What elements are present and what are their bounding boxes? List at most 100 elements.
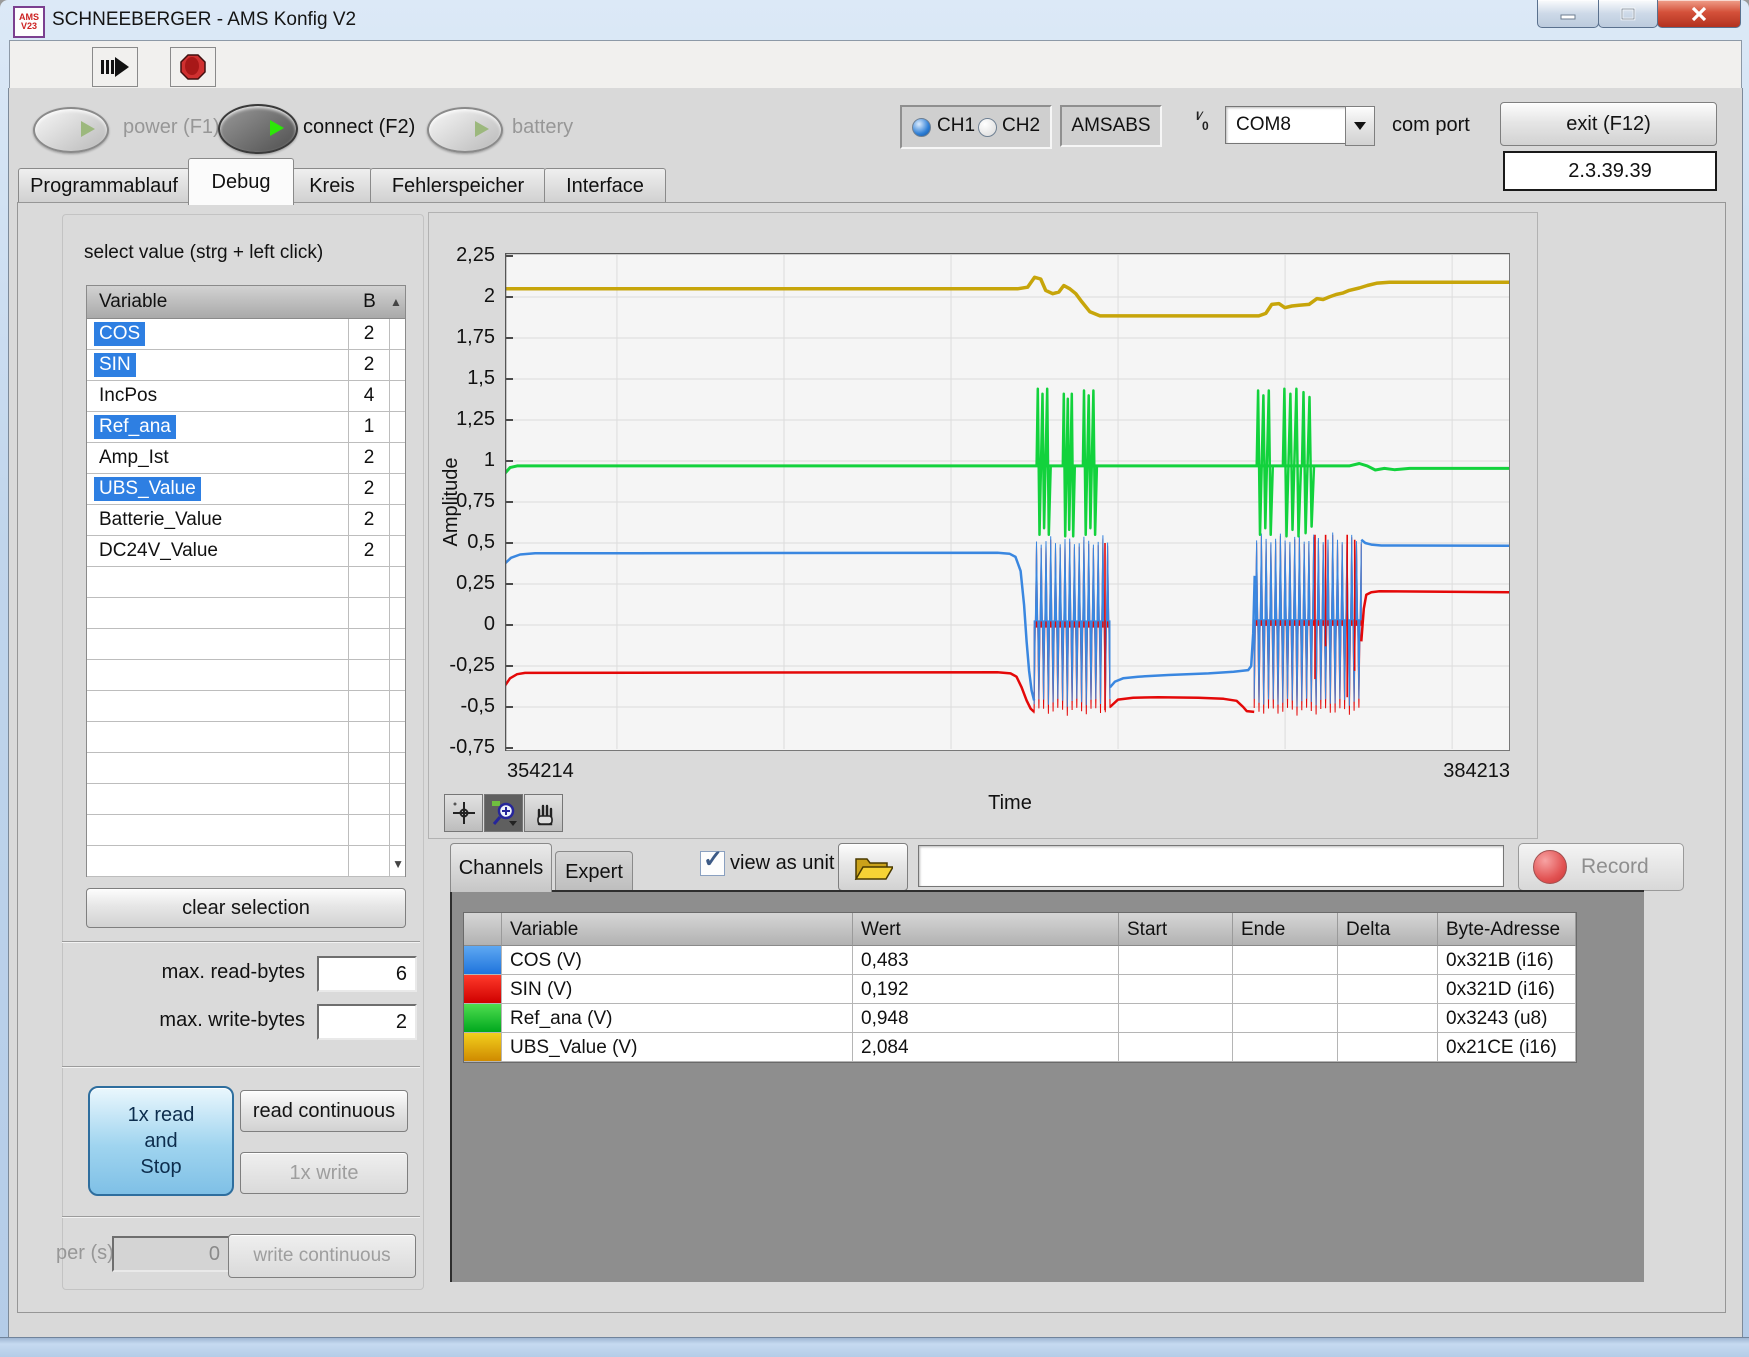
- minimize-button[interactable]: [1537, 0, 1599, 28]
- read-stop-line: 1x read: [128, 1102, 195, 1128]
- variable-row[interactable]: IncPos 4: [87, 381, 405, 412]
- empty-row[interactable]: [87, 567, 405, 598]
- tab-interface[interactable]: Interface: [544, 168, 666, 204]
- waveform-plot[interactable]: [505, 253, 1510, 751]
- column-bytes: B: [349, 291, 390, 313]
- select-value-hint: select value (strg + left click): [84, 242, 323, 264]
- empty-row[interactable]: [87, 815, 405, 846]
- channel-selector: CH1 CH2: [900, 105, 1052, 149]
- read-once-stop-button[interactable]: 1x read and Stop: [88, 1086, 234, 1196]
- variable-row[interactable]: Batterie_Value 2: [87, 505, 405, 536]
- variable-row[interactable]: COS 2: [87, 319, 405, 350]
- variable-row[interactable]: DC24V_Value 2: [87, 536, 405, 567]
- empty-row[interactable]: [87, 753, 405, 784]
- zoom-icon: [491, 800, 517, 826]
- maximize-button[interactable]: [1598, 0, 1658, 28]
- device-name-display: AMSABS: [1060, 105, 1162, 147]
- power-label: power (F1): [123, 116, 220, 139]
- read-continuous-button[interactable]: read continuous: [240, 1090, 408, 1132]
- variable-row[interactable]: Amp_Ist 2: [87, 443, 405, 474]
- ch1-radio[interactable]: [912, 118, 931, 137]
- tab-fehlerspeicher[interactable]: Fehlerspeicher: [370, 168, 546, 204]
- com-port-label: com port: [1392, 114, 1470, 137]
- x-axis-label: Time: [940, 792, 1080, 815]
- scroll-up-icon[interactable]: ▲: [390, 296, 405, 308]
- column-variable: Variable: [502, 913, 853, 946]
- max-read-bytes-field[interactable]: 6: [317, 956, 417, 992]
- ch1-label: CH1: [937, 115, 975, 137]
- battery-toggle[interactable]: [427, 107, 503, 153]
- record-file-path-input[interactable]: [918, 845, 1504, 887]
- empty-row[interactable]: [87, 722, 405, 753]
- y-tick-label: 1,5: [425, 367, 495, 390]
- channels-table[interactable]: VariableWertStartEndeDeltaByte-Adresse C…: [463, 912, 1577, 1063]
- pan-tool-button[interactable]: [524, 794, 563, 832]
- y-tick-label: 0,25: [425, 572, 495, 595]
- app-icon: AMS V23: [13, 6, 45, 38]
- title-bar: AMS V23 SCHNEEBERGER - AMS Konfig V2: [0, 0, 1749, 40]
- ch2-radio[interactable]: [978, 118, 997, 137]
- variable-table[interactable]: Variable B ▲ COS 2 SIN 2 IncPos 4 Ref_an…: [86, 285, 406, 877]
- per-seconds-label: per (s): [56, 1242, 114, 1265]
- crosshair-icon: [451, 800, 477, 826]
- com-port-select[interactable]: COM8: [1225, 106, 1355, 144]
- record-dot-icon: [1533, 850, 1567, 884]
- maximize-icon: [1620, 7, 1636, 21]
- power-toggle[interactable]: [33, 107, 109, 153]
- toggle-arrow-icon: [270, 120, 284, 136]
- y-tick-label: 0,75: [425, 490, 495, 513]
- read-stop-line: and: [128, 1128, 195, 1154]
- empty-row[interactable]: [87, 660, 405, 691]
- tab-programmablauf[interactable]: Programmablauf: [18, 168, 190, 204]
- empty-row[interactable]: [87, 629, 405, 660]
- connect-toggle[interactable]: [218, 104, 298, 154]
- stop-button[interactable]: [170, 47, 216, 87]
- window-bottom-border: [0, 1337, 1749, 1357]
- view-as-unit-label: view as unit: [730, 852, 835, 875]
- per-seconds-field[interactable]: 0: [112, 1236, 230, 1272]
- write-continuous-button[interactable]: write continuous: [228, 1234, 416, 1278]
- column-variable: Variable: [87, 291, 349, 313]
- divider: [62, 1066, 420, 1067]
- tab-kreis[interactable]: Kreis: [292, 168, 372, 204]
- max-write-bytes-field[interactable]: 2: [317, 1004, 417, 1040]
- channels-table-header: VariableWertStartEndeDeltaByte-Adresse: [464, 913, 1576, 946]
- variable-row[interactable]: UBS_Value 2: [87, 474, 405, 505]
- channel-row[interactable]: COS (V)0,4830x321B (i16): [464, 946, 1576, 975]
- cursor-tool-button[interactable]: [444, 794, 483, 832]
- y-tick-label: 2: [425, 285, 495, 308]
- version-display: 2.3.39.39: [1503, 151, 1717, 191]
- tab-debug[interactable]: Debug: [188, 158, 294, 205]
- exit-button[interactable]: exit (F12): [1500, 102, 1717, 146]
- record-label: Record: [1581, 855, 1649, 879]
- com-port-dropdown-button[interactable]: [1345, 106, 1375, 146]
- variable-row[interactable]: SIN 2: [87, 350, 405, 381]
- tab-expert[interactable]: Expert: [555, 851, 633, 892]
- y-tick-label: -0,25: [425, 654, 495, 677]
- empty-row[interactable]: [87, 691, 405, 722]
- variable-row[interactable]: Ref_ana 1: [87, 412, 405, 443]
- scroll-down-icon[interactable]: ▼: [392, 858, 404, 870]
- battery-label: battery: [512, 116, 573, 139]
- clear-selection-button[interactable]: clear selection: [86, 888, 406, 928]
- close-button[interactable]: [1657, 0, 1741, 28]
- view-as-unit-checkbox[interactable]: ✓: [700, 851, 725, 876]
- io-icon: I⁄ 0: [1196, 111, 1209, 131]
- channel-row[interactable]: Ref_ana (V)0,9480x3243 (u8): [464, 1004, 1576, 1033]
- tab-channels[interactable]: Channels: [450, 843, 552, 892]
- app-window: AMS V23 SCHNEEBERGER - AMS Konfig V2 pow…: [0, 0, 1749, 1357]
- max-write-bytes-label: max. write-bytes: [90, 1009, 305, 1032]
- record-button[interactable]: Record: [1518, 843, 1684, 891]
- empty-row[interactable]: [87, 846, 405, 877]
- channel-color-swatch: [464, 1033, 502, 1062]
- empty-row[interactable]: [87, 598, 405, 629]
- zoom-tool-button[interactable]: [484, 794, 523, 832]
- open-file-button[interactable]: [838, 843, 908, 891]
- channel-row[interactable]: SIN (V)0,1920x321D (i16): [464, 975, 1576, 1004]
- channel-row[interactable]: UBS_Value (V)2,0840x21CE (i16): [464, 1033, 1576, 1062]
- y-tick-label: 0: [425, 613, 495, 636]
- run-button[interactable]: [92, 47, 138, 87]
- write-once-button[interactable]: 1x write: [240, 1152, 408, 1194]
- channel-color-swatch: [464, 946, 502, 975]
- empty-row[interactable]: [87, 784, 405, 815]
